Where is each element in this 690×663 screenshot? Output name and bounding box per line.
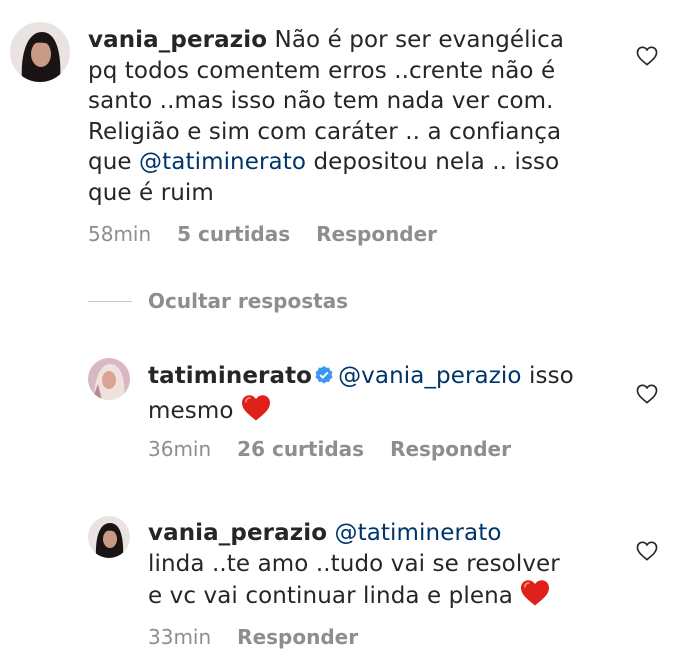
- reply-text: isso: [521, 363, 574, 389]
- like-heart-icon[interactable]: [636, 384, 658, 408]
- reply-text: mesmo: [148, 397, 234, 424]
- reply-time: 36min: [148, 437, 212, 461]
- reply-text: e vc vai continuar linda e plena: [148, 583, 513, 609]
- mention-link[interactable]: @tatiminerato: [139, 149, 306, 175]
- comment-text: pq todos comentem erros ..crente não é: [88, 57, 556, 84]
- avatar-vania-perazio[interactable]: [10, 22, 70, 82]
- comment-text: Religião e sim com caráter .. a confianç…: [88, 118, 562, 145]
- red-heart-emoji-icon: [520, 579, 550, 616]
- reply-2-text: vania_perazio @tatiminerato linda ..te a…: [148, 518, 618, 616]
- like-heart-icon[interactable]: [636, 46, 658, 70]
- reply-username[interactable]: vania_perazio: [148, 520, 327, 546]
- reply-button[interactable]: Responder: [316, 222, 437, 246]
- comment-1-text: vania_perazio Não é por ser evangélica p…: [88, 25, 608, 208]
- reply-text: linda ..te amo ..tudo vai se resolver: [148, 550, 560, 577]
- reply-button[interactable]: Responder: [237, 625, 358, 649]
- mention-link[interactable]: @vania_perazio: [338, 363, 522, 389]
- verified-badge-icon: [314, 363, 334, 394]
- comment-time: 58min: [88, 222, 152, 246]
- avatar-vania-perazio[interactable]: [88, 516, 130, 558]
- comment-text: que: [88, 149, 140, 175]
- hide-replies-line: [88, 301, 132, 302]
- comment-text: depositou nela .. isso: [306, 149, 560, 175]
- likes-count[interactable]: 5 curtidas: [177, 222, 290, 246]
- like-heart-icon[interactable]: [636, 541, 658, 565]
- comment-text: Não é por ser evangélica: [274, 27, 565, 53]
- reply-1-text: tatiminerato @vania_perazio isso mesmo: [148, 361, 618, 430]
- hide-replies-button[interactable]: Ocultar respostas: [148, 289, 348, 313]
- comment-meta: 58min 5 curtidas Responder: [88, 222, 463, 246]
- comment-text: santo ..mas isso não tem nada ver com.: [88, 88, 554, 114]
- comment-username[interactable]: vania_perazio: [88, 27, 267, 53]
- reply-meta: 33min Responder: [148, 625, 384, 649]
- reply-username[interactable]: tatiminerato: [148, 363, 312, 389]
- mention-link[interactable]: @tatiminerato: [335, 520, 502, 546]
- reply-meta: 36min 26 curtidas Responder: [148, 437, 537, 461]
- comment-text: que é ruim: [88, 179, 214, 206]
- red-heart-emoji-icon: [241, 394, 271, 431]
- reply-time: 33min: [148, 625, 212, 649]
- reply-button[interactable]: Responder: [390, 437, 511, 461]
- likes-count[interactable]: 26 curtidas: [237, 437, 364, 461]
- avatar-tatiminerato[interactable]: [88, 358, 130, 400]
